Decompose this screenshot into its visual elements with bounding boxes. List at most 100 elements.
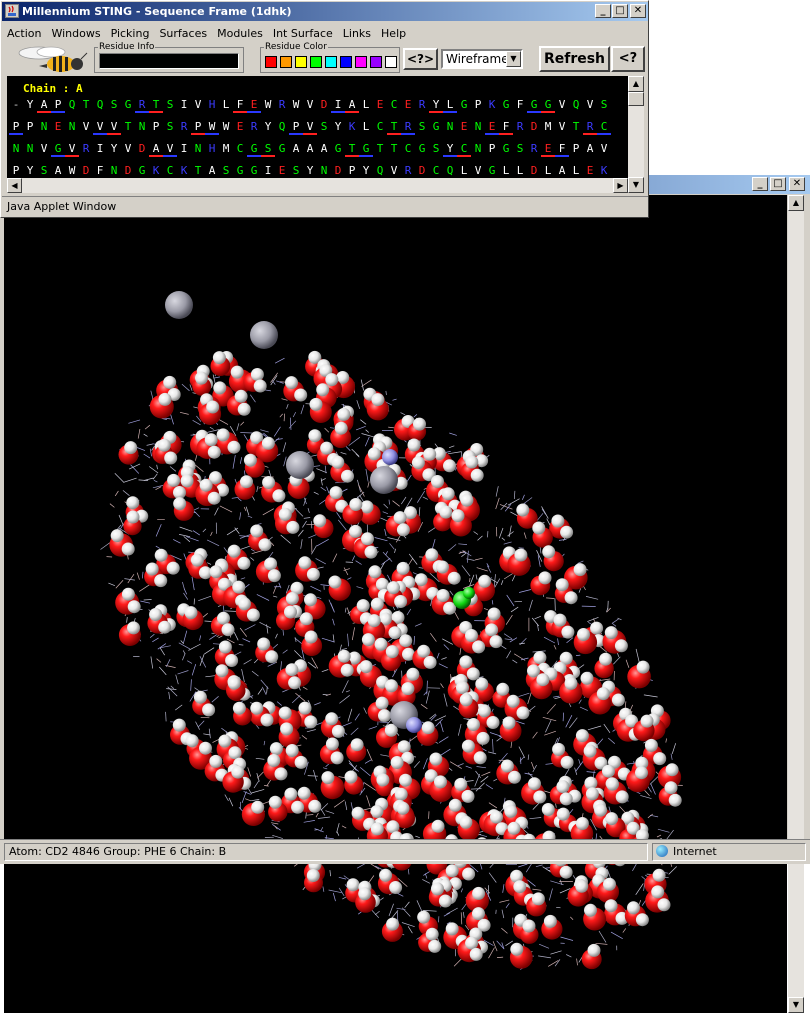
menu-links[interactable]: Links: [338, 27, 376, 40]
atom-sphere[interactable]: [552, 743, 565, 756]
atom-sphere[interactable]: [244, 454, 257, 467]
residue[interactable]: E: [275, 164, 289, 177]
residue[interactable]: E: [401, 98, 415, 111]
atom-sphere[interactable]: [286, 592, 299, 605]
residue[interactable]: R: [79, 142, 93, 155]
color-swatch-8[interactable]: [385, 56, 397, 68]
atom-sphere[interactable]: [269, 796, 282, 809]
residue[interactable]: L: [569, 164, 583, 177]
atom-sphere[interactable]: [300, 612, 313, 625]
residue[interactable]: V: [387, 164, 401, 177]
atom-sphere[interactable]: [365, 546, 378, 559]
menu-modules[interactable]: Modules: [212, 27, 268, 40]
residue[interactable]: V: [583, 98, 597, 111]
color-swatch-0[interactable]: [265, 56, 277, 68]
atom-sphere[interactable]: [154, 574, 167, 587]
residue[interactable]: P: [289, 120, 303, 135]
residue[interactable]: C: [429, 164, 443, 177]
atom-sphere[interactable]: [351, 738, 364, 751]
residue[interactable]: P: [149, 120, 163, 133]
atom-sphere[interactable]: [460, 693, 473, 706]
atom-sphere[interactable]: [576, 729, 589, 742]
atom-sphere[interactable]: [159, 393, 172, 406]
menu-action[interactable]: Action: [2, 27, 46, 40]
residue[interactable]: V: [107, 120, 121, 135]
residue[interactable]: Y: [429, 98, 443, 113]
atom-sphere[interactable]: [173, 486, 186, 499]
atom-sphere[interactable]: [399, 774, 412, 787]
residue[interactable]: C: [457, 142, 471, 157]
residue[interactable]: H: [205, 98, 219, 111]
atom-sphere[interactable]: [412, 456, 425, 469]
atom-sphere[interactable]: [254, 380, 267, 393]
residue[interactable]: K: [177, 164, 191, 177]
sequence-line[interactable]: NNVGVRIYVDAVINHMCGSGAAAGTGTTCGSYCNPGSREF…: [9, 142, 611, 157]
atom-sphere[interactable]: [250, 525, 263, 538]
atom-sphere[interactable]: [459, 655, 472, 668]
atom-sphere[interactable]: [454, 778, 467, 791]
residue[interactable]: C: [597, 120, 611, 135]
atom-sphere[interactable]: [375, 638, 388, 651]
atom-sphere[interactable]: [577, 628, 590, 641]
atom-sphere[interactable]: [456, 681, 469, 694]
atom-sphere[interactable]: [240, 475, 253, 488]
atom-sphere[interactable]: [590, 622, 603, 635]
atom-sphere[interactable]: [532, 892, 545, 905]
atom-sphere[interactable]: [298, 787, 311, 800]
atom-sphere[interactable]: [462, 868, 475, 881]
chevron-down-icon[interactable]: ▼: [506, 51, 521, 67]
atom-sphere[interactable]: [325, 373, 338, 386]
residue[interactable]: F: [513, 98, 527, 111]
residue[interactable]: D: [527, 120, 541, 133]
atom-sphere[interactable]: [181, 474, 194, 487]
atom-sphere[interactable]: [310, 398, 323, 411]
residue[interactable]: V: [471, 164, 485, 177]
residue[interactable]: V: [555, 120, 569, 133]
sequence-vertical-scrollbar[interactable]: ▲ ▼: [628, 76, 644, 193]
residue[interactable]: N: [37, 120, 51, 133]
residue[interactable]: V: [303, 120, 317, 135]
atom-sphere[interactable]: [542, 803, 555, 816]
residue[interactable]: Q: [569, 98, 583, 111]
atom-sphere[interactable]: [532, 522, 545, 535]
residue[interactable]: R: [177, 120, 191, 133]
atom-sphere[interactable]: [279, 707, 292, 720]
residue[interactable]: T: [79, 98, 93, 111]
residue[interactable]: T: [373, 142, 387, 155]
atom-sphere[interactable]: [233, 702, 246, 715]
atom-sphere[interactable]: [209, 755, 222, 768]
atom-sphere[interactable]: [330, 486, 343, 499]
atom-sphere[interactable]: [357, 599, 370, 612]
atom-sphere[interactable]: [460, 494, 473, 507]
atom-sphere[interactable]: [250, 702, 263, 715]
atom-sphere[interactable]: [398, 740, 411, 753]
atom-sphere[interactable]: [295, 756, 308, 769]
atom-sphere[interactable]: [439, 895, 452, 908]
atom-sphere[interactable]: [431, 882, 444, 895]
atom-sphere[interactable]: [490, 635, 503, 648]
atom-sphere[interactable]: [565, 591, 578, 604]
residue[interactable]: Q: [443, 164, 457, 177]
atom-sphere[interactable]: [391, 756, 404, 769]
atom-sphere[interactable]: [285, 663, 298, 676]
atom-sphere[interactable]: [202, 703, 215, 716]
atom-sphere[interactable]: [397, 523, 410, 536]
atom-sphere[interactable]: [605, 899, 618, 912]
residue[interactable]: G: [121, 98, 135, 111]
residue[interactable]: E: [51, 120, 65, 133]
residue[interactable]: Y: [443, 142, 457, 157]
residue[interactable]: R: [135, 98, 149, 113]
atom-sphere[interactable]: [561, 626, 574, 639]
residue[interactable]: R: [275, 98, 289, 111]
atom-sphere[interactable]: [199, 742, 212, 755]
residue[interactable]: P: [191, 120, 205, 135]
atom-sphere[interactable]: [259, 538, 272, 551]
color-swatch-5[interactable]: [340, 56, 352, 68]
atom-sphere[interactable]: [429, 753, 442, 766]
atom-sphere[interactable]: [472, 907, 485, 920]
atom-sphere[interactable]: [408, 439, 421, 452]
atom-sphere[interactable]: [478, 704, 491, 717]
color-swatch-3[interactable]: [310, 56, 322, 68]
residue[interactable]: V: [121, 142, 135, 155]
residue[interactable]: T: [345, 142, 359, 157]
